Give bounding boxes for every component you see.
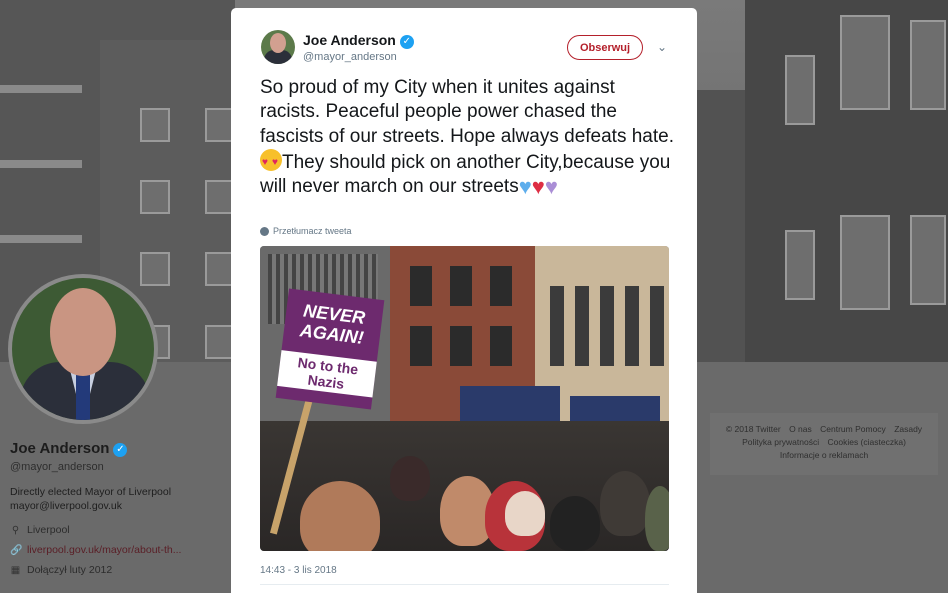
- purple-heart-emoji-icon: ♥: [544, 174, 558, 200]
- profile-joined: ▦ Dołączył luty 2012: [10, 564, 112, 576]
- window: [840, 15, 890, 110]
- tweet-text-part2: They should pick on another City,because…: [260, 151, 671, 198]
- chevron-down-icon[interactable]: ⌄: [655, 40, 669, 54]
- calendar-icon: ▦: [10, 564, 21, 576]
- photo-window: [490, 266, 512, 306]
- avatar-head: [270, 33, 286, 53]
- profile-location: ⚲ Liverpool: [10, 524, 70, 536]
- profile-name-text[interactable]: Joe Anderson: [10, 440, 109, 457]
- window: [140, 252, 170, 286]
- tweet-author-avatar[interactable]: [261, 30, 295, 64]
- photo-window: [490, 326, 512, 366]
- footer-link-cookies[interactable]: Cookies (ciasteczka): [827, 437, 905, 447]
- window: [785, 230, 815, 300]
- profile-location-text: Liverpool: [27, 524, 70, 536]
- location-pin-icon: ⚲: [11, 524, 20, 536]
- photo-window: [450, 266, 472, 306]
- tweet-text: So proud of my City when it unites again…: [260, 76, 680, 199]
- profile-handle[interactable]: @mayor_anderson: [10, 461, 104, 473]
- footer-link-terms[interactable]: Zasady: [894, 424, 922, 434]
- profile-bio-line: Directly elected Mayor of Liverpool: [10, 486, 172, 498]
- footer-link-help[interactable]: Centrum Pomocy: [820, 424, 886, 434]
- photo-window: [575, 286, 589, 366]
- tweet-modal: Joe Anderson ✓ @mayor_anderson Obserwuj ⌄…: [231, 8, 697, 593]
- window: [910, 215, 946, 305]
- photo-window: [410, 266, 432, 306]
- tweet-text-part1: So proud of my City when it unites again…: [260, 77, 674, 147]
- verified-badge-icon: ✓: [113, 443, 128, 457]
- profile-website-link[interactable]: liverpool.gov.uk/mayor/about-th...: [27, 544, 181, 556]
- photo-window: [625, 286, 639, 366]
- avatar-tie: [76, 374, 90, 420]
- photo-person: [390, 456, 430, 501]
- link-icon: 🔗: [10, 544, 23, 556]
- tweet-author-name-text[interactable]: Joe Anderson: [303, 32, 396, 48]
- avatar-head: [50, 288, 116, 376]
- photo-window: [550, 286, 564, 366]
- divider: [260, 584, 669, 585]
- window: [785, 55, 815, 125]
- verified-badge-icon: ✓: [399, 35, 414, 49]
- balcony: [0, 160, 82, 168]
- profile-joined-text: Dołączył luty 2012: [27, 564, 113, 576]
- follow-button[interactable]: Obserwuj: [567, 35, 643, 60]
- photo-window: [600, 286, 614, 366]
- balcony: [0, 85, 82, 93]
- tweet-photo[interactable]: NEVER AGAIN! No to the Nazis: [260, 246, 669, 551]
- photo-person: [505, 491, 545, 536]
- profile-name[interactable]: Joe Anderson ✓: [10, 440, 128, 457]
- photo-person: [600, 471, 650, 536]
- balcony: [0, 235, 82, 243]
- footer-link-ads[interactable]: Informacje o reklamach: [780, 450, 868, 460]
- translate-tweet-label[interactable]: Przetłumacz tweeta: [273, 226, 352, 236]
- photo-shopfront: [460, 386, 560, 426]
- heart-eyes-emoji-icon: [260, 148, 282, 175]
- photo-sign-text-2: No to the Nazis: [277, 350, 377, 398]
- window: [140, 108, 170, 142]
- photo-window: [410, 326, 432, 366]
- globe-icon: [260, 226, 269, 236]
- footer-links: © 2018 Twitter O nas Centrum Pomocy Zasa…: [710, 413, 938, 475]
- footer-copyright: © 2018 Twitter: [725, 424, 781, 434]
- photo-sign-text-1: NEVER AGAIN!: [298, 300, 367, 348]
- photo-person: [300, 481, 380, 551]
- profile-bio: Directly elected Mayor of Liverpool mayo…: [10, 485, 210, 513]
- window: [910, 20, 946, 110]
- profile-website[interactable]: 🔗 liverpool.gov.uk/mayor/about-th...: [10, 544, 181, 556]
- footer-link-about[interactable]: O nas: [789, 424, 812, 434]
- photo-person: [645, 486, 669, 551]
- blue-heart-emoji-icon: ♥: [518, 174, 532, 200]
- photo-protest-sign: NEVER AGAIN! No to the Nazis: [275, 288, 385, 410]
- profile-bio-email: mayor@liverpool.gov.uk: [10, 500, 123, 512]
- red-heart-emoji-icon: ♥: [531, 174, 545, 200]
- tweet-author-handle[interactable]: @mayor_anderson: [303, 51, 397, 63]
- footer-link-privacy[interactable]: Polityka prywatności: [742, 437, 819, 447]
- translate-tweet-link[interactable]: Przetłumacz tweeta: [260, 226, 352, 236]
- tweet-author-name[interactable]: Joe Anderson ✓: [303, 32, 414, 49]
- photo-window: [450, 326, 472, 366]
- tweet-timestamp[interactable]: 14:43 - 3 lis 2018: [260, 565, 337, 576]
- window: [140, 180, 170, 214]
- profile-avatar[interactable]: [8, 274, 158, 424]
- window: [840, 215, 890, 310]
- photo-person: [550, 496, 600, 551]
- photo-window: [650, 286, 664, 366]
